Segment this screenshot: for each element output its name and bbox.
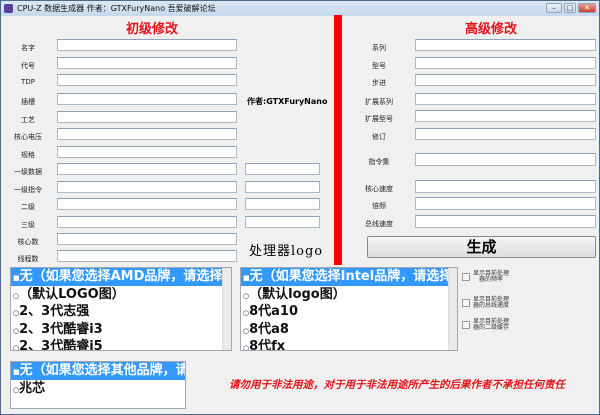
- advanced-field-input[interactable]: [415, 153, 596, 166]
- basic-label: 代号: [21, 62, 35, 70]
- list-item[interactable]: ○2、3代酷睿i5: [11, 338, 231, 350]
- basic-field-input[interactable]: [57, 250, 237, 262]
- list-item[interactable]: ○（默认logo图）: [241, 286, 457, 304]
- advanced-label: 倍频: [372, 202, 386, 210]
- basic-field-input[interactable]: [57, 128, 237, 140]
- basic-field-input[interactable]: [57, 111, 237, 123]
- basic-label: 工艺: [21, 116, 35, 124]
- app-icon: [4, 4, 13, 13]
- advanced-field-input[interactable]: [415, 128, 596, 140]
- basic-field-input[interactable]: [57, 216, 237, 228]
- advanced-label: 系列: [372, 44, 386, 52]
- basic-field-extra-input[interactable]: [245, 216, 320, 228]
- checkbox-label: 显示目前处理器的频率: [472, 270, 509, 283]
- basic-label: 一级指令: [14, 186, 42, 194]
- advanced-field-input[interactable]: [415, 197, 596, 210]
- selected-dot-icon: ■: [243, 274, 250, 282]
- basic-field-input[interactable]: [57, 181, 237, 193]
- author-label: 作者:GTXFuryNano: [247, 97, 328, 106]
- title-bar: CPU-Z 数据生成器 作者：GTXFuryNano 吾爱破解论坛 – □ ✕: [1, 1, 599, 16]
- basic-label: 二级: [21, 203, 35, 211]
- advanced-field-input[interactable]: [415, 215, 596, 228]
- advanced-label: 核心速度: [365, 185, 393, 193]
- selected-dot-icon: ■: [13, 274, 20, 282]
- checkbox-label: 显示目前处理器的总线速度: [472, 296, 509, 309]
- basic-label: 一级数据: [14, 168, 42, 176]
- basic-field-input[interactable]: [57, 233, 237, 245]
- divider-bar: [334, 15, 342, 265]
- list-item[interactable]: ■无（如果您选择其他品牌，请选择此项）: [11, 362, 185, 380]
- basic-field-input[interactable]: [57, 198, 237, 210]
- advanced-field-input[interactable]: [415, 180, 596, 193]
- basic-label: 名字: [21, 44, 35, 52]
- list-item[interactable]: ○兆芯: [11, 380, 185, 398]
- basic-field-extra-input[interactable]: [245, 181, 320, 193]
- advanced-field-input[interactable]: [415, 74, 596, 86]
- intel-list-scrollbar[interactable]: [448, 268, 457, 350]
- intel-logo-list[interactable]: ■无（如果您选择Intel品牌，请选择此项）○（默认logo图）○8代a10○8…: [240, 267, 458, 351]
- basic-field-input[interactable]: [57, 146, 237, 158]
- maximize-button[interactable]: □: [564, 3, 576, 13]
- basic-field-extra-input[interactable]: [245, 163, 320, 175]
- advanced-field-input[interactable]: [415, 39, 596, 51]
- basic-label: 线程数: [17, 255, 39, 263]
- list-item[interactable]: ○（默认LOGO图）: [11, 286, 231, 304]
- list-item[interactable]: ■无（如果您选择Intel品牌，请选择此项）: [241, 268, 457, 286]
- basic-label: 三级: [21, 221, 35, 229]
- close-button[interactable]: ✕: [578, 3, 596, 13]
- generate-button[interactable]: 生成: [367, 236, 596, 258]
- advanced-label: 指令集: [368, 158, 390, 166]
- list-item[interactable]: ○8代fx: [241, 338, 457, 350]
- basic-field-input[interactable]: [57, 163, 237, 175]
- advanced-heading: 高级修改: [465, 22, 518, 37]
- app-window: CPU-Z 数据生成器 作者：GTXFuryNano 吾爱破解论坛 – □ ✕ …: [0, 0, 600, 415]
- basic-label: 核心数: [17, 238, 39, 246]
- list-item[interactable]: ○8代a10: [241, 303, 457, 321]
- basic-field-input[interactable]: [57, 74, 237, 86]
- advanced-label: 型号: [372, 62, 386, 70]
- amd-list-scrollbar[interactable]: [222, 268, 231, 350]
- advanced-label: 扩展型号: [365, 115, 393, 123]
- basic-heading: 初级修改: [126, 22, 179, 37]
- amd-logo-list[interactable]: ■无（如果您选择AMD品牌，请选择此项）○（默认LOGO图）○2、3代志强○2、…: [10, 267, 232, 351]
- advanced-field-input[interactable]: [415, 110, 596, 122]
- list-item[interactable]: ■无（如果您选择AMD品牌，请选择此项）: [11, 268, 231, 286]
- list-item[interactable]: ○8代a8: [241, 321, 457, 339]
- advanced-label: 总线速度: [365, 220, 393, 228]
- selected-dot-icon: ■: [13, 368, 20, 376]
- option-checkbox[interactable]: [462, 273, 470, 281]
- basic-label: 核心电压: [14, 133, 42, 141]
- window-title: CPU-Z 数据生成器 作者：GTXFuryNano 吾爱破解论坛: [17, 4, 216, 13]
- basic-label: 插槽: [21, 98, 35, 106]
- basic-field-input[interactable]: [57, 93, 237, 105]
- advanced-label: 步进: [372, 79, 386, 87]
- basic-label: TDP: [21, 78, 35, 86]
- advanced-field-input[interactable]: [415, 93, 596, 105]
- advanced-label: 修订: [372, 133, 386, 141]
- list-item[interactable]: ○2、3代酷睿i3: [11, 321, 231, 339]
- minimize-button[interactable]: –: [546, 3, 562, 13]
- basic-field-extra-input[interactable]: [245, 198, 320, 210]
- basic-field-input[interactable]: [57, 39, 237, 51]
- advanced-label: 扩展系列: [365, 98, 393, 106]
- warning-text: 请勿用于非法用途，对于用于非法用途所产生的后果作者不承担任何责任: [229, 379, 565, 391]
- advanced-field-input[interactable]: [415, 57, 596, 69]
- list-item[interactable]: ○2、3代志强: [11, 303, 231, 321]
- basic-field-input[interactable]: [57, 57, 237, 69]
- option-checkbox[interactable]: [462, 299, 470, 307]
- logo-label: 处理器logo: [249, 244, 324, 259]
- option-checkbox[interactable]: [462, 321, 470, 329]
- basic-label: 规格: [21, 151, 35, 159]
- checkbox-label: 显示目前处理器的二级缓存: [472, 318, 509, 331]
- other-logo-list[interactable]: ■无（如果您选择其他品牌，请选择此项）○兆芯: [10, 361, 186, 409]
